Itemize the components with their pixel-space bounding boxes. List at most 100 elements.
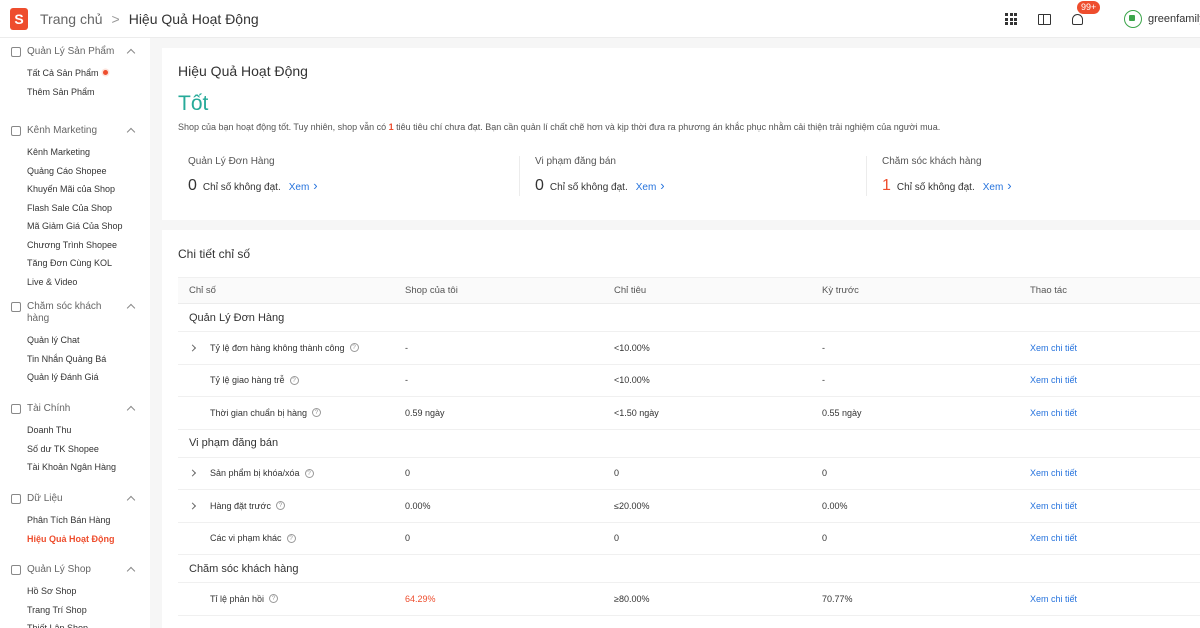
help-icon[interactable]: ? [304,468,314,478]
sidebar-item[interactable]: Hồ Sơ Shop [11,582,150,601]
metric-view-link[interactable]: Xem [289,178,318,193]
sidebar-item[interactable]: Tất Cả Sản Phẩm [11,64,150,83]
metric-name-text: Sản phẩm bị khóa/xóa [210,468,300,479]
metric-name: Hàng đặt trước? [210,490,285,522]
sidebar-item-label: Flash Sale Của Shop [27,202,113,213]
sidebar-item[interactable]: Thiết Lập Shop [11,619,150,628]
sidebar-item-label: Quản lý Chat [27,335,80,345]
table-row: Sản phẩm bị khóa/xóa? 0 0 0 Xem chi tiết [178,458,1200,490]
divider [866,156,867,196]
sidebar-item[interactable]: Tài Khoản Ngân Hàng [11,458,150,477]
sidebar-item[interactable]: Live & Video [11,273,150,292]
metric-listing-violations: Vi phạm đăng bán 0 Chỉ số không đạt. Xem [535,156,865,195]
metric-name: Tỷ lệ giao hàng trễ? [210,365,299,397]
bell-icon[interactable]: 99+ [1069,1,1101,27]
metric-name: Tỉ lệ phản hồi? [210,583,279,615]
book-icon[interactable] [1036,11,1052,27]
view-detail-link[interactable]: Xem chi tiết [1030,523,1077,555]
chart-icon [11,494,21,504]
shopee-logo[interactable]: S [10,7,28,30]
chevron-right-icon[interactable] [188,344,197,352]
view-detail-link[interactable]: Xem chi tiết [1030,332,1077,364]
help-icon[interactable]: ? [289,375,299,385]
sidebar-section-title: Tài Chính [27,403,71,414]
previous-value: 0 [822,468,828,479]
sidebar-item-label: Doanh Thu [27,425,72,435]
sidebar-item[interactable]: Khuyến Mãi của Shop [11,180,150,199]
sidebar-section-header[interactable]: Dữ Liệu [11,493,150,505]
sidebar-item[interactable]: Flash Sale Của Shop [11,199,150,218]
view-detail-link[interactable]: Xem chi tiết [1030,397,1077,429]
sidebar-item[interactable]: Thêm Sản Phẩm [11,83,150,102]
target-value: <10.00% [614,375,650,386]
shop-value: 0 [405,533,411,544]
view-detail-link[interactable]: Xem chi tiết [1030,490,1077,522]
help-icon[interactable]: ? [269,594,279,604]
sidebar-section-header[interactable]: Quản Lý Sản Phẩm [11,46,150,58]
sidebar-section-header[interactable]: Kênh Marketing [11,125,150,137]
table-row: Tỷ lệ giao hàng trễ? - <10.00% - Xem chi tiế… [178,365,1200,397]
table-row: Thời gian chuẩn bị hàng? 0.59 ngày <1.50 n… [178,397,1200,430]
sidebar-section-header[interactable]: Chăm sóc khách hàng [11,301,150,325]
chevron-right-icon[interactable] [188,502,197,510]
help-icon[interactable]: ? [275,501,285,511]
breadcrumb-home[interactable]: Trang chủ [40,11,103,27]
chevron-up-icon[interactable] [126,566,136,576]
sidebar-item[interactable]: Kênh Marketing [11,143,150,162]
sidebar-section: Quản Lý Sản Phẩm Tất Cả Sản Phẩm Thêm Sản … [0,46,150,101]
column-header: Kỳ trước [822,285,859,296]
sidebar-section-header[interactable]: Tài Chính [11,403,150,415]
sidebar-item[interactable]: Phân Tích Bán Hàng [11,511,150,530]
sidebar-item[interactable]: Quản lý Đánh Giá [11,368,150,387]
sidebar-item[interactable]: Hiệu Quả Hoạt Động [11,530,150,549]
shop-value: 0.59 ngày [405,407,445,418]
sidebar-item[interactable]: Trang Trí Shop [11,601,150,620]
sidebar-item[interactable]: Quảng Cáo Shopee [11,162,150,181]
metric-count: 0 [188,177,197,194]
shop-value: - [405,375,408,386]
sidebar-item[interactable]: Quản lý Chat [11,331,150,350]
target-value: <10.00% [614,342,650,353]
metric-order-management: Quản Lý Đơn Hàng 0 Chỉ số không đạt. Xem [188,156,518,195]
sidebar-item[interactable]: Tăng Đơn Cùng KOL [11,254,150,273]
view-detail-link[interactable]: Xem chi tiết [1030,583,1077,615]
username[interactable]: greenfamily_ [1148,13,1200,25]
sidebar-item[interactable]: Chương Trình Shopee [11,236,150,255]
chevron-up-icon[interactable] [126,405,136,415]
chevron-up-icon[interactable] [126,495,136,505]
avatar[interactable] [1124,10,1142,28]
sidebar-item[interactable]: Số dư TK Shopee [11,440,150,459]
sidebar-item[interactable]: Tin Nhắn Quảng Bá [11,350,150,369]
help-icon[interactable]: ? [311,408,321,418]
metric-title: Quản Lý Đơn Hàng [188,156,275,167]
help-icon[interactable]: ? [286,533,296,543]
shop-icon [11,565,21,575]
chevron-up-icon[interactable] [126,48,136,58]
metric-customer-care: Chăm sóc khách hàng 1 Chỉ số không đạt. … [882,156,1200,195]
view-detail-link[interactable]: Xem chi tiết [1030,365,1077,397]
chevron-right-icon[interactable] [188,469,197,477]
apps-grid-icon[interactable] [1003,11,1019,27]
target-value: ≥80.00% [614,593,650,604]
page-title: Hiệu Quả Hoạt Động [178,63,308,79]
chevron-up-icon[interactable] [126,127,136,137]
sidebar-section-header[interactable]: Quản Lý Shop [11,564,150,576]
sidebar-item[interactable]: Mã Giảm Giá Của Shop [11,217,150,236]
notification-badge: 99+ [1077,1,1101,14]
metric-view-link[interactable]: Xem [983,178,1012,193]
sidebar-section: Quản Lý Shop Hồ Sơ Shop Trang Trí Shop Thiế… [0,564,150,628]
wallet-icon [11,404,21,414]
metric-count: 0 [535,177,544,194]
box-icon [11,47,21,57]
chevron-up-icon[interactable] [126,303,136,313]
metric-view-link[interactable]: Xem [636,178,665,193]
sidebar-section: Chăm sóc khách hàng Quản lý Chat Tin Nhắn … [0,301,150,387]
view-detail-link[interactable]: Xem chi tiết [1030,458,1077,490]
divider [519,156,520,196]
sidebar-item[interactable]: Doanh Thu [11,421,150,440]
metric-text: Chỉ số không đạt. [549,182,628,193]
previous-value: 0 [822,533,828,544]
help-icon[interactable]: ? [349,343,359,353]
group-name: Chăm sóc khách hàng [189,562,299,575]
metric-name: Thời gian chuẩn bị hàng? [210,397,321,429]
